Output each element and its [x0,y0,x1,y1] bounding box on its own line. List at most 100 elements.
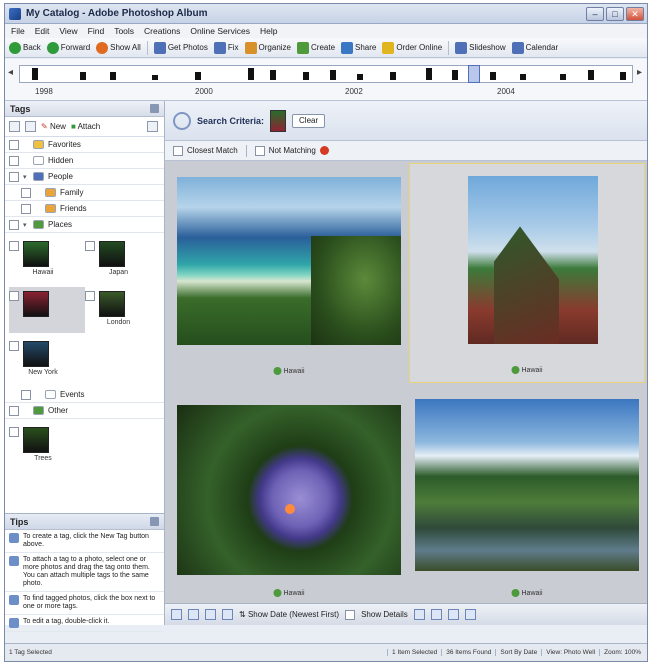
tag-row-family[interactable]: Family [5,185,164,201]
tag-badge-icon [273,589,282,597]
tag-checkbox[interactable] [9,139,19,150]
tag-thumb[interactable]: London [84,287,161,333]
tag-row-favorites[interactable]: Favorites [5,137,164,153]
timeline-bar [32,68,38,80]
delete-tag-icon[interactable] [147,121,158,132]
tag-thumb[interactable] [9,287,85,333]
photo-tag-badge[interactable]: Hawaii [273,367,305,375]
tag-checkbox[interactable] [9,427,19,437]
menu-item-online-services[interactable]: Online Services [190,26,250,36]
small-thumb-view-icon[interactable] [171,609,182,620]
timeline-left-arrow-icon[interactable]: ◂ [8,67,16,81]
tag-row-hidden[interactable]: Hidden [5,153,164,169]
menu-item-file[interactable]: File [11,26,25,36]
photo-cell[interactable]: Hawaii [171,385,407,605]
tag-thumbnail-icon [98,241,125,267]
tag-thumb-trees[interactable]: Trees [9,423,85,469]
photo-cell[interactable]: Hawaii [409,163,645,383]
tag-view-icon[interactable] [9,121,20,132]
photo-thumbnail[interactable] [177,405,401,575]
timeline-bar [588,70,594,80]
tag-row-friends[interactable]: Friends [5,201,164,217]
tag-checkbox[interactable] [21,389,31,400]
tag-checkbox[interactable] [9,219,19,230]
maximize-icon[interactable]: □ [606,7,624,21]
timeline[interactable]: ◂ ▸ 1998 2000 2002 2004 [5,59,647,101]
timeline-slider[interactable] [468,65,480,83]
date-view-select[interactable]: ⇅ Show Date (Newest First) [239,610,339,619]
photo-thumbnail[interactable] [468,176,598,344]
create-button[interactable]: Create [297,41,335,54]
status-segment: Sort By Date [495,649,537,656]
zoom-out-icon[interactable] [447,609,459,620]
tag-checkbox[interactable] [84,291,95,301]
not-matching-checkbox[interactable] [254,145,265,156]
order-online-button[interactable]: Order Online [382,41,442,54]
menu-item-creations[interactable]: Creations [144,26,180,36]
tag-checkbox[interactable] [9,405,19,416]
tag-row-places[interactable]: ▾ Places [5,217,164,233]
rotate-right-icon[interactable] [430,609,442,620]
show-all-button[interactable]: Show All [96,41,141,54]
expand-triangle-icon[interactable]: ▾ [23,173,29,181]
timeline-bar [520,74,526,80]
tag-thumb[interactable]: Japan [84,237,161,283]
zoom-in-icon[interactable] [464,609,476,620]
menu-item-find[interactable]: Find [88,26,105,36]
show-details-checkbox[interactable] [345,609,356,620]
photo-tag-badge[interactable]: Hawaii [273,589,305,597]
tag-checkbox[interactable] [21,187,31,198]
create-icon [297,41,309,54]
large-thumb-view-icon[interactable] [205,609,216,620]
menu-item-tools[interactable]: Tools [114,26,134,36]
tag-checkbox[interactable] [9,171,19,182]
slideshow-button[interactable]: Slideshow [455,41,506,54]
tag-checkbox[interactable] [9,341,19,351]
close-icon[interactable]: ✕ [626,7,644,21]
tag-row-events[interactable]: Events [5,387,164,403]
photo-tag-badge[interactable]: Hawaii [511,589,543,597]
tag-list-icon[interactable] [25,121,36,132]
tag-checkbox[interactable] [9,291,19,301]
minimize-icon[interactable]: – [586,7,604,21]
medium-thumb-view-icon[interactable] [188,609,199,620]
single-photo-view-icon[interactable] [222,609,233,620]
tag-checkbox[interactable] [21,203,31,214]
rotate-left-icon[interactable] [413,609,425,620]
get-photos-button[interactable]: Get Photos [153,41,208,54]
photo-cell[interactable]: Hawaii [409,385,645,605]
fix-button[interactable]: Fix [213,41,239,54]
tag-thumb[interactable]: Hawaii [9,237,85,283]
new-tag-button[interactable]: ✎ New [41,122,66,131]
photo-cell[interactable]: Hawaii [171,163,407,383]
menu-item-view[interactable]: View [59,26,77,36]
tag-checkbox[interactable] [9,241,19,251]
clear-button[interactable]: Clear [292,113,326,128]
forward-button[interactable]: Forward [46,41,90,54]
calendar-button[interactable]: Calendar [511,41,558,54]
expand-triangle-icon[interactable]: ▾ [23,221,29,229]
timeline-right-arrow-icon[interactable]: ▸ [637,67,645,81]
organize-button[interactable]: Organize [244,41,291,54]
photo-thumbnail[interactable] [415,399,639,571]
photo-tag-badge[interactable]: Hawaii [511,366,543,374]
share-button[interactable]: Share [341,41,376,54]
back-button[interactable]: Back [9,41,41,54]
timeline-track[interactable] [19,65,633,83]
back-arrow-icon [9,41,21,54]
collapse-tips-icon[interactable] [150,517,159,526]
tag-checkbox[interactable] [84,241,95,251]
tag-tools: ✎ New ■ Attach [5,117,164,137]
closest-match-checkbox[interactable] [173,145,183,156]
criteria-tag-icon[interactable] [270,109,287,132]
tag-row-other[interactable]: Other [5,403,164,419]
collapse-panel-icon[interactable] [150,104,159,113]
photo-thumbnail[interactable] [177,177,401,345]
tag-row-people[interactable]: ▾ People [5,169,164,185]
tag-thumb-label: Japan [108,269,129,276]
tag-thumb[interactable]: New York [9,337,85,383]
menu-item-edit[interactable]: Edit [35,26,50,36]
attach-tag-button[interactable]: ■ Attach [71,122,100,131]
tag-checkbox[interactable] [9,155,19,166]
menu-item-help[interactable]: Help [260,26,277,36]
